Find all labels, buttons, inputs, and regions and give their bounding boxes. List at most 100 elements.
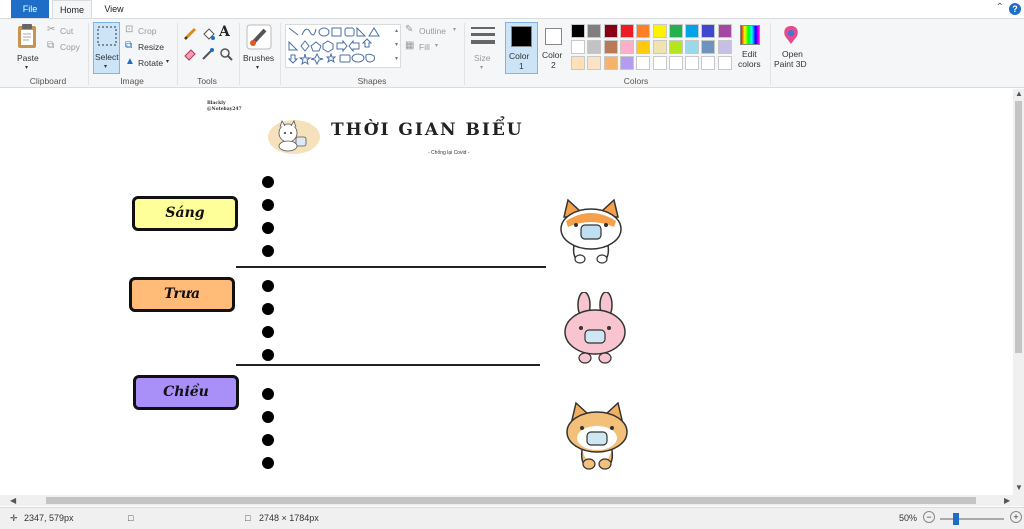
- paste-button[interactable]: Paste ▾: [13, 23, 41, 73]
- shapes-gallery[interactable]: [285, 24, 401, 68]
- rainbow-icon: [740, 25, 760, 45]
- zoom-slider[interactable]: [940, 513, 1004, 525]
- tab-file[interactable]: File: [11, 0, 49, 18]
- masked-shiba-sticker-icon: [566, 401, 628, 470]
- tab-view[interactable]: View: [96, 0, 132, 18]
- palette-swatch[interactable]: [668, 56, 683, 70]
- shapes-gallery-icon: [287, 26, 380, 66]
- open-paint3d-label-2: Paint 3D: [774, 59, 807, 69]
- palette-swatch[interactable]: [603, 24, 618, 38]
- palette-swatch[interactable]: [619, 56, 634, 70]
- help-icon[interactable]: ?: [1009, 3, 1021, 15]
- line-size-icon: [471, 27, 495, 44]
- palette-swatch[interactable]: [701, 40, 716, 54]
- pencil-tool[interactable]: [183, 27, 197, 41]
- palette-swatch[interactable]: [717, 24, 732, 38]
- palette-swatch[interactable]: [587, 40, 602, 54]
- zoom-in-button[interactable]: +: [1010, 511, 1022, 523]
- palette-swatch[interactable]: [685, 40, 700, 54]
- palette-swatch[interactable]: [571, 40, 585, 54]
- palette-swatch[interactable]: [701, 56, 716, 70]
- palette-swatch[interactable]: [619, 40, 634, 54]
- masked-rabbit-sticker-icon: [564, 292, 626, 364]
- color2-swatch: [545, 28, 562, 45]
- cut-button[interactable]: ✂ Cut: [47, 24, 79, 37]
- rotate-button[interactable]: ▲ Rotate ▾: [125, 56, 173, 69]
- horizontal-scroll-thumb[interactable]: [46, 497, 976, 504]
- text-tool[interactable]: A: [219, 24, 233, 40]
- eraser-tool[interactable]: [183, 47, 197, 61]
- palette-swatch[interactable]: [652, 56, 667, 70]
- palette-swatch[interactable]: [636, 24, 651, 38]
- scroll-up-icon[interactable]: ▲: [1015, 89, 1023, 98]
- shapes-group-label: Shapes: [357, 76, 387, 86]
- palette-swatch[interactable]: [571, 24, 585, 38]
- scroll-down-icon[interactable]: ▼: [1015, 483, 1023, 492]
- select-rectangle-icon: [97, 26, 117, 46]
- zoom-slider-thumb[interactable]: [953, 513, 959, 525]
- horizontal-scrollbar[interactable]: ◀ ▶: [0, 495, 1024, 506]
- fill-dropdown[interactable]: ▦ Fill ▾: [405, 40, 445, 53]
- palette-swatch[interactable]: [603, 56, 618, 70]
- scroll-right-icon[interactable]: ▶: [1004, 496, 1010, 505]
- selection-size-icon: □: [128, 513, 134, 523]
- shapes-scroll[interactable]: ▴ ▾ ▾: [392, 24, 401, 68]
- bullet-dot: [262, 388, 274, 400]
- color2-label: Color: [542, 50, 563, 60]
- palette-swatch[interactable]: [717, 40, 732, 54]
- schedule-subtitle: - Chống lại Covid -: [428, 150, 470, 156]
- color2-button[interactable]: Color 2: [540, 22, 568, 74]
- color-picker-tool[interactable]: [201, 47, 215, 61]
- author-line-2: @Notebay247: [207, 107, 242, 112]
- pencil-icon: [183, 27, 197, 41]
- scroll-left-icon[interactable]: ◀: [10, 496, 16, 505]
- open-paint3d-label: Open: [782, 49, 803, 59]
- outline-dropdown[interactable]: ✎ Outline ▾: [405, 24, 461, 37]
- magnifier-tool[interactable]: [219, 47, 233, 61]
- zoom-out-button[interactable]: −: [923, 511, 935, 523]
- crop-button[interactable]: ⊡ Crop: [125, 24, 159, 37]
- palette-swatch[interactable]: [571, 56, 585, 70]
- palette-swatch[interactable]: [603, 40, 618, 54]
- palette-swatch[interactable]: [587, 56, 602, 70]
- canvas-area[interactable]: Blackly @Notebay247 THỜI GIAN BIỂU - Chố…: [0, 89, 1013, 495]
- bullet-dot: [262, 411, 274, 423]
- magnifier-icon: [220, 48, 233, 61]
- vertical-scrollbar[interactable]: ▲ ▼: [1013, 89, 1024, 495]
- fill-label: Fill: [419, 42, 430, 52]
- open-paint3d-button[interactable]: Open Paint 3D: [773, 22, 809, 74]
- vertical-scroll-thumb[interactable]: [1015, 101, 1022, 353]
- chevron-down-icon: ▾: [256, 65, 260, 71]
- palette-swatch[interactable]: [685, 24, 700, 38]
- resize-button[interactable]: ⧉ Resize: [125, 40, 165, 53]
- palette-swatch[interactable]: [668, 40, 683, 54]
- size-button[interactable]: Size ▾: [468, 24, 498, 74]
- brushes-button[interactable]: Brushes ▾: [243, 22, 275, 74]
- color1-button[interactable]: Color 1: [505, 22, 538, 74]
- palette-swatch[interactable]: [587, 24, 602, 38]
- separator: [177, 23, 178, 85]
- palette-swatch[interactable]: [701, 24, 716, 38]
- select-button[interactable]: Select ▾: [93, 22, 120, 74]
- tab-home[interactable]: Home: [52, 0, 92, 18]
- palette-swatch[interactable]: [685, 56, 700, 70]
- color2-number: 2: [551, 60, 556, 70]
- scissors-icon: ✂: [47, 24, 56, 35]
- palette-swatch[interactable]: [619, 24, 634, 38]
- collapse-ribbon-icon[interactable]: ⌃: [996, 2, 1004, 13]
- copy-button[interactable]: ⧉ Copy: [47, 40, 83, 53]
- colors-group-label: Colors: [623, 76, 649, 86]
- palette-swatch[interactable]: [652, 24, 667, 38]
- masked-cat-sticker-icon: [560, 198, 622, 264]
- crop-icon: ⊡: [125, 24, 134, 35]
- palette-swatch[interactable]: [636, 56, 651, 70]
- fill-tool[interactable]: [201, 27, 215, 41]
- palette-swatch[interactable]: [636, 40, 651, 54]
- ribbon: Paste ▾ ✂ Cut ⧉ Copy Clipboard Select ▾ …: [0, 18, 1024, 88]
- palette-swatch[interactable]: [652, 40, 667, 54]
- palette-swatch[interactable]: [668, 24, 683, 38]
- chevron-down-icon: ▾: [453, 27, 457, 33]
- edit-colors-button[interactable]: Edit colors: [736, 22, 766, 74]
- palette-swatch[interactable]: [717, 56, 732, 70]
- bullet-dot: [262, 222, 274, 234]
